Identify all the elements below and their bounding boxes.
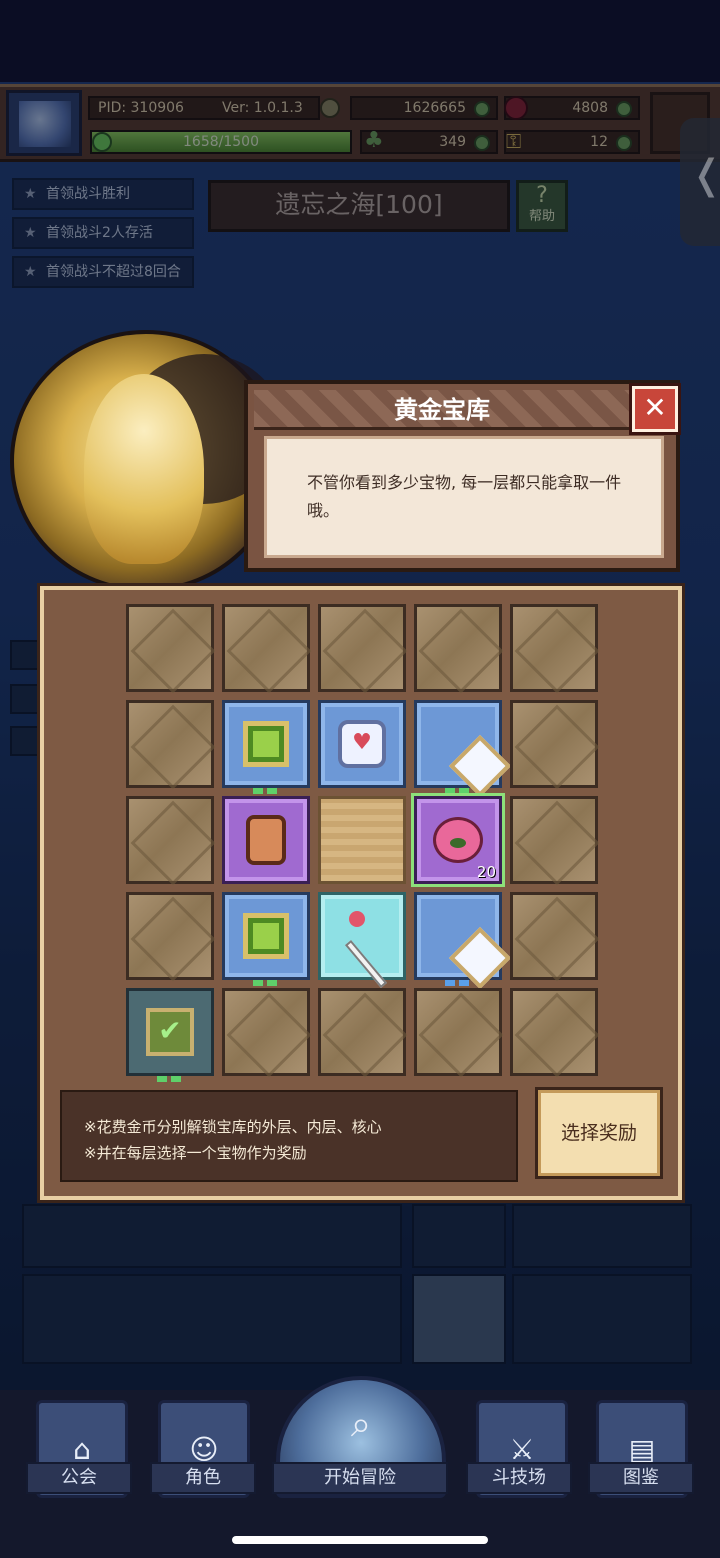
rarity-pip [445, 788, 455, 794]
vault-guardian-portrait [10, 330, 284, 592]
locked-outer-cell[interactable] [126, 796, 214, 884]
locked-outer-cell[interactable] [510, 700, 598, 788]
dialog-body: 不管你看到多少宝物, 每一层都只能拿取一件哦。 [264, 436, 664, 558]
locked-outer-cell[interactable] [126, 892, 214, 980]
locked-outer-cell[interactable] [414, 988, 502, 1076]
wand-icon [344, 939, 388, 989]
locked-outer-cell[interactable] [414, 604, 502, 692]
locked-outer-cell[interactable] [510, 988, 598, 1076]
vault-item-fruit[interactable]: 20 [411, 793, 505, 887]
vault-item-scroll[interactable] [222, 796, 310, 884]
leaf-icon [450, 838, 466, 848]
vault-item-claimed[interactable]: ✔ [126, 988, 214, 1082]
nav-guild-label[interactable]: 公会 [26, 1462, 132, 1494]
green-gem-icon [243, 721, 289, 767]
rarity-pip [171, 1076, 181, 1082]
dialog-message: 不管你看到多少宝物, 每一层都只能拿取一件哦。 [307, 473, 622, 520]
scroll-icon [246, 815, 286, 865]
locked-outer-cell[interactable] [318, 988, 406, 1076]
locked-outer-cell[interactable] [126, 700, 214, 788]
nav-codex-label[interactable]: 图鉴 [588, 1462, 694, 1494]
vault-dialog: 黄金宝库 ✕ 不管你看到多少宝物, 每一层都只能拿取一件哦。 [244, 380, 681, 572]
vault-item-green-gem[interactable] [222, 892, 310, 986]
green-gem-icon [243, 913, 289, 959]
rarity-pip [267, 980, 277, 986]
search-icon: ⌕ [350, 1404, 372, 1445]
start-adventure-label[interactable]: 开始冒险 [272, 1462, 448, 1494]
check-icon: ✔ [146, 1008, 194, 1056]
heart-icon: ♥ [338, 720, 386, 768]
tip-line: ※并在每层选择一个宝物作为奖励 [84, 1144, 307, 1162]
locked-outer-cell[interactable] [222, 988, 310, 1076]
vault-item-wand[interactable] [318, 892, 406, 989]
vault-item-diamond[interactable] [414, 700, 512, 798]
rarity-pip [459, 788, 469, 794]
vault-grid: ♥ 20 ✔ [126, 604, 606, 1084]
rarity-pip [157, 1076, 167, 1082]
tip-line: ※花费金币分别解锁宝库的外层、内层、核心 [84, 1118, 382, 1136]
status-bar [0, 0, 720, 82]
vault-panel: ♥ 20 ✔ ※花费金币分别解锁宝库的外层、内层、核心 ※并在每层选择一个宝物作… [37, 583, 685, 1203]
wand-gem-icon [349, 911, 365, 927]
home-indicator[interactable] [232, 1536, 488, 1544]
dialog-title: 黄金宝库 [394, 396, 490, 424]
rarity-pip [445, 980, 455, 986]
locked-outer-cell[interactable] [126, 604, 214, 692]
choose-reward-button[interactable]: 选择奖励 [535, 1087, 663, 1179]
rarity-pip [253, 980, 263, 986]
fruit-icon [433, 817, 483, 863]
vault-item-green-gem[interactable] [222, 700, 310, 794]
locked-outer-cell[interactable] [510, 796, 598, 884]
locked-outer-cell[interactable] [510, 604, 598, 692]
close-button[interactable]: ✕ [629, 383, 681, 435]
close-icon: ✕ [643, 391, 667, 424]
dialog-title-bar: 黄金宝库 [254, 390, 630, 430]
vault-item-diamond[interactable] [414, 892, 512, 990]
locked-outer-cell[interactable] [510, 892, 598, 980]
rarity-pip [459, 980, 469, 986]
vault-item-heart-box[interactable]: ♥ [318, 700, 406, 788]
vault-tips: ※花费金币分别解锁宝库的外层、内层、核心 ※并在每层选择一个宝物作为奖励 [60, 1090, 518, 1182]
vault-core-cell[interactable] [318, 796, 406, 884]
item-quantity: 20 [476, 863, 496, 881]
rarity-pip [253, 788, 263, 794]
nav-arena-label[interactable]: 斗技场 [466, 1462, 572, 1494]
locked-outer-cell[interactable] [222, 604, 310, 692]
nav-role-label[interactable]: 角色 [150, 1462, 256, 1494]
locked-outer-cell[interactable] [318, 604, 406, 692]
golden-girl-figure [84, 374, 204, 564]
rarity-pip [267, 788, 277, 794]
